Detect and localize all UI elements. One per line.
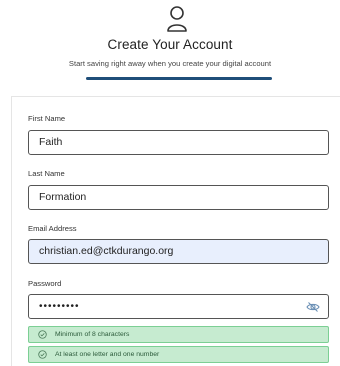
first-name-label: First Name: [28, 114, 66, 123]
last-name-label: Last Name: [28, 169, 65, 178]
first-name-value: Faith: [39, 136, 63, 148]
requirement-text: At least one letter and one number: [55, 351, 160, 358]
check-circle-icon: [38, 350, 47, 359]
last-name-field[interactable]: Formation: [28, 185, 329, 210]
check-circle-icon: [38, 330, 47, 339]
title-underline: [86, 77, 272, 80]
password-field[interactable]: •••••••••: [28, 294, 329, 319]
password-value: •••••••••: [39, 301, 80, 312]
create-account-page: Create Your Account Start saving right a…: [0, 0, 340, 366]
page-header: Create Your Account Start saving right a…: [0, 0, 340, 95]
password-label: Password: [28, 279, 62, 288]
email-label: Email Address: [28, 224, 77, 233]
first-name-field[interactable]: Faith: [28, 130, 329, 155]
eye-slash-icon[interactable]: [306, 300, 320, 314]
user-icon: [167, 6, 187, 32]
page-subtitle: Start saving right away when you create …: [68, 59, 272, 68]
page-title: Create Your Account: [107, 37, 233, 52]
requirement-min-length: Minimum of 8 characters: [28, 326, 329, 343]
email-field[interactable]: christian.ed@ctkdurango.org: [28, 239, 329, 264]
requirement-text: Minimum of 8 characters: [55, 331, 130, 338]
requirement-letter-number: At least one letter and one number: [28, 346, 329, 363]
